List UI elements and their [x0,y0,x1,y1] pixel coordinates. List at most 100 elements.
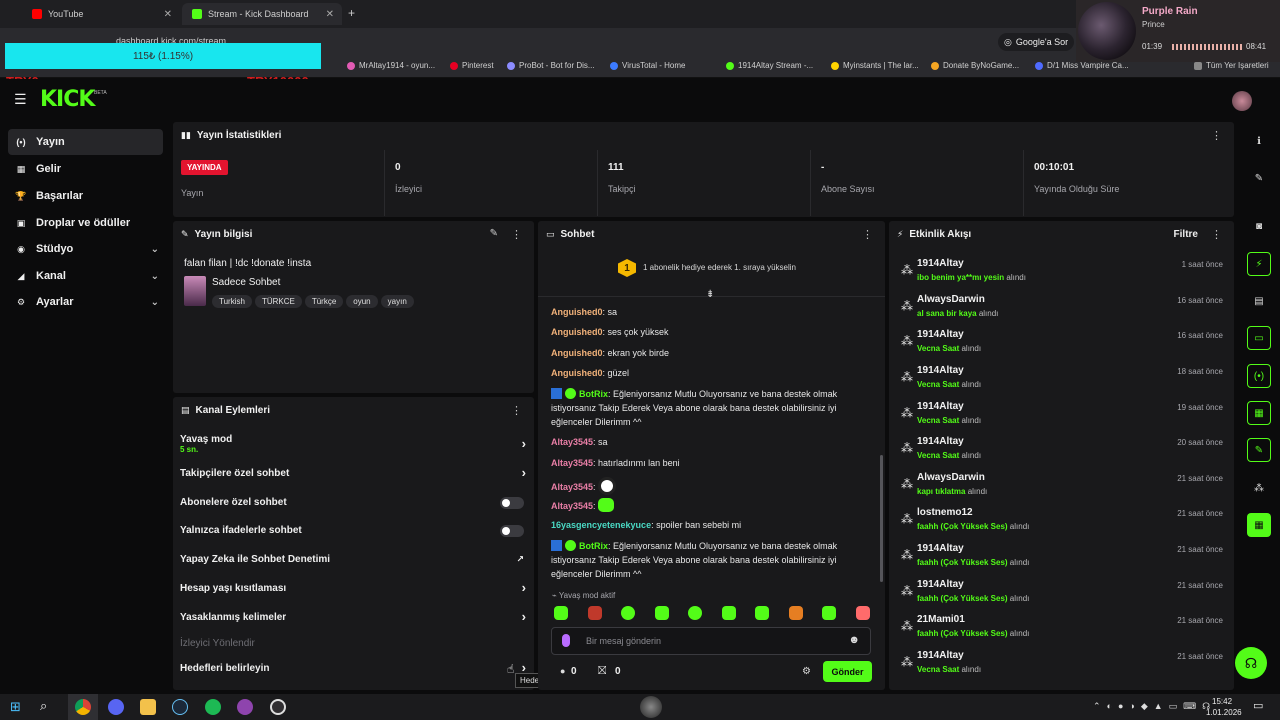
set-goals-row[interactable]: Hedefleri belirleyin › [180,660,530,675]
chat-scrollbar[interactable] [880,455,883,582]
bookmark-item[interactable]: Myinstants | The lar... [831,61,919,70]
settings-icon[interactable]: ⚙ [802,666,811,677]
followers-only-row[interactable]: Takipçilere özel sohbet › [180,465,530,480]
tab-youtube[interactable]: YouTube ✕ [22,3,180,25]
emote-picker-item[interactable] [856,606,870,620]
file-explorer-icon[interactable] [140,699,156,715]
chat-icon[interactable]: ▭ [1247,326,1271,350]
sidebar-item-basarilar[interactable]: 🏆 Başarılar [8,183,163,209]
kick-logo[interactable]: KICK [40,87,95,112]
bookmark-item[interactable]: 1914Altay Stream -... [726,61,813,70]
event-user[interactable]: lostnemo12 [917,507,973,518]
sidebar-item-gelir[interactable]: ▦ Gelir [8,156,163,182]
steam-icon[interactable] [172,699,188,715]
emote-picker-item[interactable] [588,606,602,620]
sidebar-item-studyo[interactable]: ◉ Stüdyo ⌄ [8,236,163,262]
slow-mode-row[interactable]: Yavaş mod 5 sn. › [180,434,530,454]
support-headset-icon[interactable]: ☊ [1235,647,1267,679]
emote-picker-item[interactable] [822,606,836,620]
event-user[interactable]: 1914Altay [917,650,964,661]
event-user[interactable]: 1914Altay [917,579,964,590]
chat-username[interactable]: Altay3545 [551,437,593,447]
app-icon[interactable] [237,699,253,715]
lightning-icon[interactable]: ⚡ [1247,252,1271,276]
chat-username[interactable]: BotRix [579,389,608,399]
spotify-icon[interactable] [205,699,221,715]
app-icon[interactable] [640,696,662,718]
bookmark-item[interactable]: MrAltay1914 - oyun... [347,61,435,70]
google-ask-button[interactable]: ◎ Google'a Sor [998,33,1075,51]
event-user[interactable]: 1914Altay [917,543,964,554]
gift-icon[interactable]: ⛝ [598,665,606,678]
notification-icon[interactable]: ▭ [1253,699,1263,712]
emote-picker-item[interactable] [554,606,568,620]
close-icon[interactable]: ✕ [164,9,172,20]
chat-username[interactable]: Altay3545 [551,458,593,468]
chat-username[interactable]: Anguished0 [551,348,603,358]
mic-icon[interactable] [562,634,570,647]
redeem-icon[interactable]: ⁂ [1247,476,1271,500]
bookmark-item[interactable]: Donate ByNoGame... [931,61,1019,70]
avatar[interactable] [1232,91,1252,111]
points-icon[interactable]: ● [560,666,565,676]
bookmark-item[interactable]: ProBot - Bot for Dis... [507,61,595,70]
sidebar-item-yayin[interactable]: (•) Yayın [8,129,163,155]
pen-icon[interactable]: ✎ [1247,166,1271,190]
emoji-icon[interactable]: ☻ [848,634,860,646]
subs-only-row[interactable]: Abonelere özel sohbet [180,497,530,509]
chat-username[interactable]: Altay3545 [551,501,593,511]
system-tray-icons[interactable]: ⌃◐●◑◆▲▭⌨☊ [1093,701,1216,712]
banned-words-row[interactable]: Yasaklanmış kelimeler › [180,609,530,624]
chat-username[interactable]: Altay3545 [551,482,593,492]
chat-input[interactable]: Bir mesaj gönderin ☻ [551,627,871,655]
windows-start-icon[interactable]: ⊞ [10,699,21,715]
event-user[interactable]: 1914Altay [917,329,964,340]
close-icon[interactable]: ✕ [326,9,334,20]
chat-username[interactable]: Anguished0 [551,307,603,317]
subs-only-toggle[interactable] [500,497,524,509]
bookmark-item[interactable]: D/1 Miss Vampire Ca... [1035,61,1129,70]
obs-icon[interactable] [270,699,286,715]
bookmark-item[interactable]: Pinterest [450,61,494,70]
collapse-icon[interactable]: ⇟ [706,289,714,300]
event-user[interactable]: 1914Altay [917,436,964,447]
broadcast-icon[interactable]: (•) [1247,364,1271,388]
new-tab-icon[interactable]: + [348,6,355,20]
wrench-icon[interactable]: ✎ [1247,438,1271,462]
sidebar-item-kanal[interactable]: ◢ Kanal ⌄ [8,263,163,289]
emote-picker-item[interactable] [755,606,769,620]
all-bookmarks[interactable]: Tüm Yer İşaretleri [1194,61,1269,70]
tab-kick-dashboard[interactable]: Stream - Kick Dashboard ✕ [182,3,342,25]
chat-username[interactable]: 16yasgencyetenekyuce [551,520,651,530]
chat-username[interactable]: Anguished0 [551,368,603,378]
more-icon[interactable]: ⋮ [1211,129,1222,142]
discord-icon[interactable] [108,699,124,715]
more-icon[interactable]: ⋮ [862,228,873,241]
event-user[interactable]: 1914Altay [917,258,964,269]
emote-picker-item[interactable] [655,606,669,620]
emotes-only-toggle[interactable] [500,525,524,537]
info-icon[interactable]: ℹ [1247,129,1271,153]
event-user[interactable]: 1914Altay [917,401,964,412]
document-icon[interactable]: ▤ [1247,289,1271,313]
event-user[interactable]: 21Mami01 [917,614,965,625]
chat-username[interactable]: BotRix [579,541,608,551]
emote-picker-item[interactable] [722,606,736,620]
camera-icon[interactable]: ◙ [1247,214,1271,238]
more-icon[interactable]: ⋮ [511,404,522,417]
more-icon[interactable]: ⋮ [511,228,522,241]
search-icon[interactable]: ⌕ [40,698,47,714]
emote-picker-item[interactable] [688,606,702,620]
emotes-only-row[interactable]: Yalnızca ifadelerle sohbet [180,525,530,537]
event-user[interactable]: AlwaysDarwin [917,472,985,483]
chat-username[interactable]: Anguished0 [551,327,603,337]
sidebar-item-ayarlar[interactable]: ⚙ Ayarlar ⌄ [8,289,163,315]
emote-picker-item[interactable] [789,606,803,620]
sidebar-item-droplar[interactable]: ▣ Droplar ve ödüller [8,210,163,236]
chrome-icon[interactable] [75,699,91,715]
menu-icon[interactable]: ☰ [14,91,27,108]
edit-icon[interactable]: ✎ [490,228,498,239]
event-user[interactable]: AlwaysDarwin [917,294,985,305]
ai-moderation-row[interactable]: Yapay Zeka ile Sohbet Denetimi ↗ [180,554,530,565]
event-user[interactable]: 1914Altay [917,365,964,376]
